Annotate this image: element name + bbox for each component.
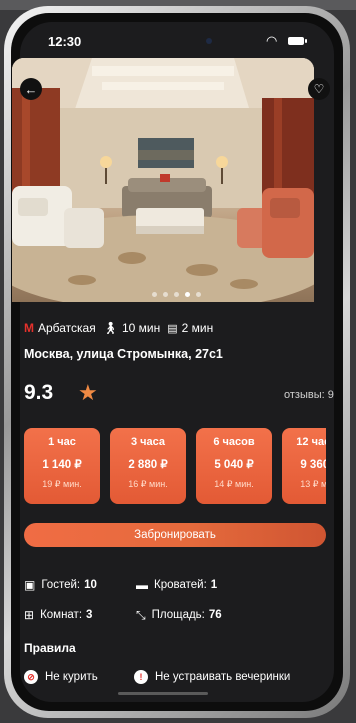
front-camera <box>206 38 212 44</box>
rule-label: Не устраивать вечеринки <box>155 671 291 683</box>
back-button[interactable]: ← <box>20 78 42 100</box>
pagination-dot[interactable] <box>163 292 168 297</box>
walk-time: 10 мин <box>121 321 161 335</box>
tariff-duration: 1 час <box>48 436 76 448</box>
arrow-left-icon: ← <box>24 81 38 97</box>
tariff-per-minute: 19 ₽ мин. <box>42 479 82 489</box>
photo-pagination <box>152 292 201 298</box>
tariff-card[interactable]: 1 час 1 140 ₽ 19 ₽ мин. <box>24 428 100 504</box>
tariff-list: 1 час 1 140 ₽ 19 ₽ мин. 3 часа 2 880 ₽ 1… <box>24 428 326 504</box>
hotel-address: Москва, улица Стромынка, 27с1 <box>24 347 223 361</box>
metro-info: M Арбатская 🚶︎ 10 мин ▤ 2 мин <box>24 320 213 336</box>
tariff-price: 5 040 ₽ <box>214 459 254 471</box>
hotel-photo[interactable] <box>12 58 314 302</box>
spec-label: Площадь: <box>151 609 205 621</box>
tariff-per-minute: 14 ₽ мин. <box>214 479 254 489</box>
pagination-dot[interactable] <box>174 292 179 297</box>
spec-value: 1 <box>210 579 218 591</box>
metro-icon: M <box>24 321 34 335</box>
spec-value: 76 <box>208 609 222 621</box>
rating-score: 9.3 <box>24 381 54 404</box>
spec-rooms: ⊞ Комнат: 3 <box>24 607 92 623</box>
spec-value: 10 <box>84 579 97 591</box>
walk-icon: 🚶︎ <box>102 321 118 335</box>
heart-icon: ♡ <box>313 82 325 96</box>
pagination-dot-active[interactable] <box>185 292 190 297</box>
tariff-duration: 3 часа <box>130 436 166 448</box>
spec-label: Комнат: <box>40 609 83 621</box>
metro-station: Арбатская <box>38 321 96 335</box>
spec-label: Кроватей: <box>154 579 207 591</box>
no-party-icon: ! <box>134 670 148 684</box>
tariff-per-minute: 13 ₽ мин. <box>300 479 326 489</box>
battery-icon <box>288 37 307 45</box>
no-smoking-icon: ⊘ <box>24 670 38 684</box>
tariff-card[interactable]: 6 часов 5 040 ₽ 14 ₽ мин. <box>196 428 272 504</box>
pagination-dot[interactable] <box>152 292 157 297</box>
status-bar: 12:30 ◠ <box>20 22 334 62</box>
pagination-dot[interactable] <box>196 292 201 297</box>
spec-beds: ▬ Кроватей: 1 <box>136 577 217 593</box>
tariff-duration: 6 часов <box>213 436 255 448</box>
rule-item: ! Не устраивать вечеринки <box>134 669 290 685</box>
rule-label: Не курить <box>45 671 98 683</box>
spec-area: ⤡ Площадь: 76 <box>136 607 222 623</box>
tariff-per-minute: 16 ₽ мин. <box>128 479 168 489</box>
expand-icon: ⤡ <box>136 607 146 622</box>
tariff-card[interactable]: 12 часов 9 360 ₽ 13 ₽ мин. <box>282 428 326 504</box>
tariff-price: 9 360 ₽ <box>300 459 326 471</box>
spec-value: 3 <box>86 609 93 621</box>
spec-label: Гостей: <box>41 579 81 591</box>
tariff-price: 2 880 ₽ <box>128 459 168 471</box>
tariff-duration: 12 часов <box>296 436 326 448</box>
tariff-price: 1 140 ₽ <box>42 459 82 471</box>
status-time: 12:30 <box>48 34 82 49</box>
spec-guests: ▣ Гостей: 10 <box>24 577 97 593</box>
tariff-card[interactable]: 3 часа 2 880 ₽ 16 ₽ мин. <box>110 428 186 504</box>
bus-icon: ▤ <box>167 322 178 335</box>
transport-time: 2 мин <box>181 321 214 335</box>
guest-icon: ▣ <box>24 578 36 592</box>
star-icon: ★ <box>78 380 98 405</box>
wifi-icon: ◠ <box>266 33 278 48</box>
reviews-link[interactable]: отзывы: 9 <box>284 389 334 401</box>
bed-icon: ▬ <box>136 578 148 592</box>
rule-item: ⊘ Не курить <box>24 669 98 685</box>
home-indicator <box>118 692 208 695</box>
favorite-button[interactable]: ♡ <box>308 78 330 100</box>
rules-title: Правила <box>24 641 76 655</box>
rooms-icon: ⊞ <box>24 608 35 622</box>
book-button[interactable]: Забронировать <box>24 523 326 547</box>
room-illustration <box>12 58 314 302</box>
